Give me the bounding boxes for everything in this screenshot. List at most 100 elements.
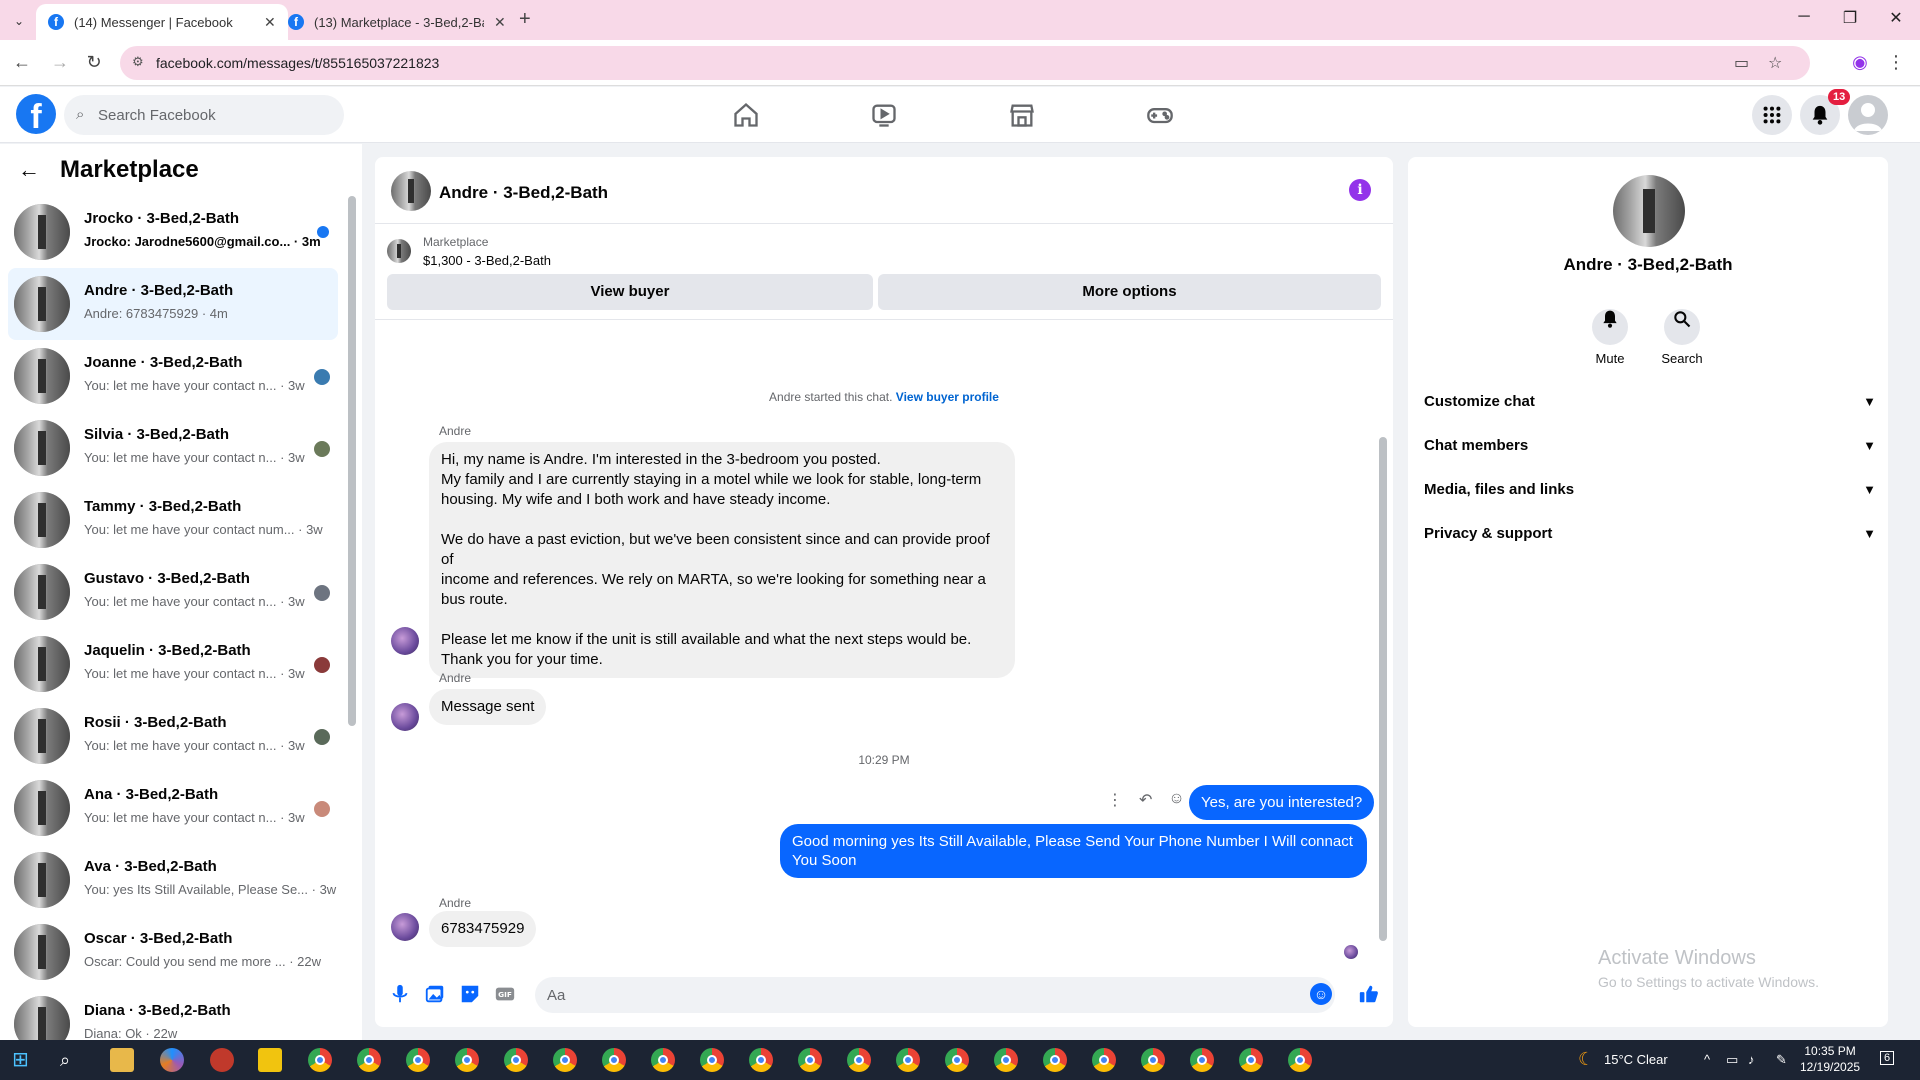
message-bubble-incoming[interactable]: Message sent — [429, 689, 547, 725]
account-avatar[interactable] — [1848, 95, 1888, 135]
chrome-icon[interactable] — [357, 1048, 381, 1072]
chat-avatar[interactable] — [391, 171, 431, 211]
conversation-item[interactable]: Ava · 3-Bed,2-Bath You: yes Its Still Av… — [8, 844, 338, 916]
chrome-icon[interactable] — [994, 1048, 1018, 1072]
chrome-icon[interactable] — [602, 1048, 626, 1072]
system-clock[interactable]: 10:35 PM 12/19/2025 — [1800, 1043, 1860, 1075]
restore-icon[interactable]: ❐ — [1830, 8, 1870, 28]
sender-avatar[interactable] — [391, 703, 419, 731]
chat-title[interactable]: Andre · 3-Bed,2-Bath — [439, 183, 608, 203]
tab-messenger[interactable]: f (14) Messenger | Facebook ✕ — [36, 4, 288, 40]
pen-icon[interactable]: ✎ — [1776, 1052, 1787, 1068]
view-buyer-button[interactable]: View buyer — [387, 274, 873, 310]
marketplace-icon[interactable] — [1002, 99, 1042, 131]
conversation-item[interactable]: Rosii · 3-Bed,2-Bath You: let me have yo… — [8, 700, 338, 772]
chrome-icon[interactable] — [847, 1048, 871, 1072]
conversation-item[interactable]: Joanne · 3-Bed,2-Bath You: let me have y… — [8, 340, 338, 412]
window-close-icon[interactable]: ✕ — [1876, 8, 1916, 28]
sender-avatar[interactable] — [391, 627, 419, 655]
message-bubble-incoming[interactable]: 6783475929 — [429, 911, 537, 947]
chrome-icon[interactable] — [651, 1048, 675, 1072]
chrome-icon[interactable] — [1043, 1048, 1067, 1072]
volume-icon[interactable]: ♪ — [1748, 1052, 1755, 1067]
conversation-item-selected[interactable]: Andre · 3-Bed,2-Bath Andre: 6783475929 ·… — [8, 268, 338, 340]
chrome-icon[interactable] — [945, 1048, 969, 1072]
chrome-icon[interactable] — [749, 1048, 773, 1072]
browser-menu-icon[interactable]: ⋮ — [1884, 52, 1908, 73]
more-icon[interactable]: ⋮ — [1107, 790, 1123, 810]
chrome-icon[interactable] — [798, 1048, 822, 1072]
thumbs-up-icon[interactable] — [1358, 983, 1380, 1005]
close-icon[interactable]: ✕ — [494, 14, 506, 31]
message-bubble-outgoing[interactable]: Yes, are you interested? — [1189, 785, 1375, 820]
gif-icon[interactable]: GIF — [494, 983, 516, 1005]
profile-icon[interactable]: ◉ — [1848, 52, 1872, 73]
microphone-icon[interactable] — [389, 983, 411, 1005]
chrome-icon[interactable] — [553, 1048, 577, 1072]
search-input[interactable] — [98, 95, 328, 135]
sender-avatar[interactable] — [391, 913, 419, 941]
chrome-icon[interactable] — [700, 1048, 724, 1072]
conversation-item[interactable]: Tammy · 3-Bed,2-Bath You: let me have yo… — [8, 484, 338, 556]
message-bubble-incoming[interactable]: Hi, my name is Andre. I'm interested in … — [429, 442, 1015, 678]
chrome-icon[interactable] — [455, 1048, 479, 1072]
copilot-icon[interactable] — [160, 1048, 184, 1072]
conversation-item[interactable]: Jaquelin · 3-Bed,2-Bath You: let me have… — [8, 628, 338, 700]
bookmark-star-icon[interactable]: ☆ — [1768, 53, 1782, 73]
back-arrow-icon[interactable]: ← — [18, 157, 40, 183]
minimize-icon[interactable]: ─ — [1784, 8, 1824, 26]
chat-avatar-large[interactable] — [1613, 175, 1685, 247]
new-tab-plus-icon[interactable]: + — [519, 8, 531, 31]
message-bubble-outgoing[interactable]: Good morning yes Its Still Available, Pl… — [780, 824, 1367, 878]
reply-icon[interactable]: ↶ — [1139, 790, 1152, 810]
customize-chat-section[interactable]: Customize chat ▼ — [1424, 379, 1876, 423]
chat-members-section[interactable]: Chat members ▼ — [1424, 423, 1876, 467]
message-input[interactable] — [535, 977, 1335, 1013]
chrome-icon[interactable] — [406, 1048, 430, 1072]
emoji-icon[interactable]: ☺ — [1310, 983, 1332, 1005]
menu-grid-icon[interactable] — [1752, 95, 1792, 135]
install-app-icon[interactable]: ▭ — [1734, 53, 1749, 73]
conversation-item[interactable]: Ana · 3-Bed,2-Bath You: let me have your… — [8, 772, 338, 844]
back-arrow-icon[interactable]: ← — [10, 52, 34, 73]
windows-start-icon[interactable]: ⊞ — [12, 1048, 36, 1072]
search-icon[interactable]: ⌕ — [60, 1048, 84, 1072]
close-icon[interactable]: ✕ — [264, 14, 276, 31]
network-icon[interactable]: ▭ — [1726, 1052, 1738, 1068]
tab-search-chevron-icon[interactable]: ⌄ — [8, 10, 30, 32]
chrome-icon[interactable] — [1288, 1048, 1312, 1072]
weather-text[interactable]: 15°C Clear — [1604, 1052, 1668, 1067]
chrome-icon[interactable] — [1190, 1048, 1214, 1072]
tray-chevron-up-icon[interactable]: ^ — [1704, 1052, 1710, 1067]
conversation-item[interactable]: Silvia · 3-Bed,2-Bath You: let me have y… — [8, 412, 338, 484]
site-info-icon[interactable]: ⚙ — [132, 54, 144, 70]
mute-button[interactable]: Mute — [1580, 301, 1640, 366]
sticker-icon[interactable] — [459, 983, 481, 1005]
search-button[interactable]: Search — [1652, 301, 1712, 366]
more-options-button[interactable]: More options — [878, 274, 1381, 310]
chrome-icon[interactable] — [1092, 1048, 1116, 1072]
file-explorer-icon[interactable] — [110, 1048, 134, 1072]
facebook-logo[interactable]: f — [16, 94, 56, 136]
address-bar[interactable]: ⚙ facebook.com/messages/t/85516503722182… — [120, 46, 1810, 80]
media-files-links-section[interactable]: Media, files and links ▼ — [1424, 467, 1876, 511]
conversation-item[interactable]: Jrocko · 3-Bed,2-Bath Jrocko: Jarodne560… — [8, 196, 338, 268]
privacy-support-section[interactable]: Privacy & support ▼ — [1424, 511, 1876, 555]
home-icon[interactable] — [726, 99, 766, 131]
tab-marketplace[interactable]: f (13) Marketplace - 3-Bed,2-Bath ✕ — [276, 4, 518, 40]
info-icon[interactable]: i — [1349, 179, 1371, 201]
notification-center-badge[interactable]: 6 — [1880, 1051, 1895, 1065]
app-icon[interactable] — [210, 1048, 234, 1072]
chrome-icon[interactable] — [1141, 1048, 1165, 1072]
conversation-item[interactable]: Oscar · 3-Bed,2-Bath Oscar: Could you se… — [8, 916, 338, 988]
video-icon[interactable] — [864, 99, 904, 131]
chrome-icon[interactable] — [308, 1048, 332, 1072]
chrome-icon[interactable] — [1239, 1048, 1263, 1072]
conversation-list-scrollbar[interactable] — [348, 196, 356, 726]
react-emoji-icon[interactable]: ☺ — [1168, 790, 1184, 810]
chrome-icon[interactable] — [896, 1048, 920, 1072]
sticky-notes-icon[interactable] — [258, 1048, 282, 1072]
reload-icon[interactable]: ↻ — [82, 52, 106, 73]
view-buyer-profile-link[interactable]: View buyer profile — [896, 390, 999, 404]
forward-arrow-icon[interactable]: → — [48, 52, 72, 73]
